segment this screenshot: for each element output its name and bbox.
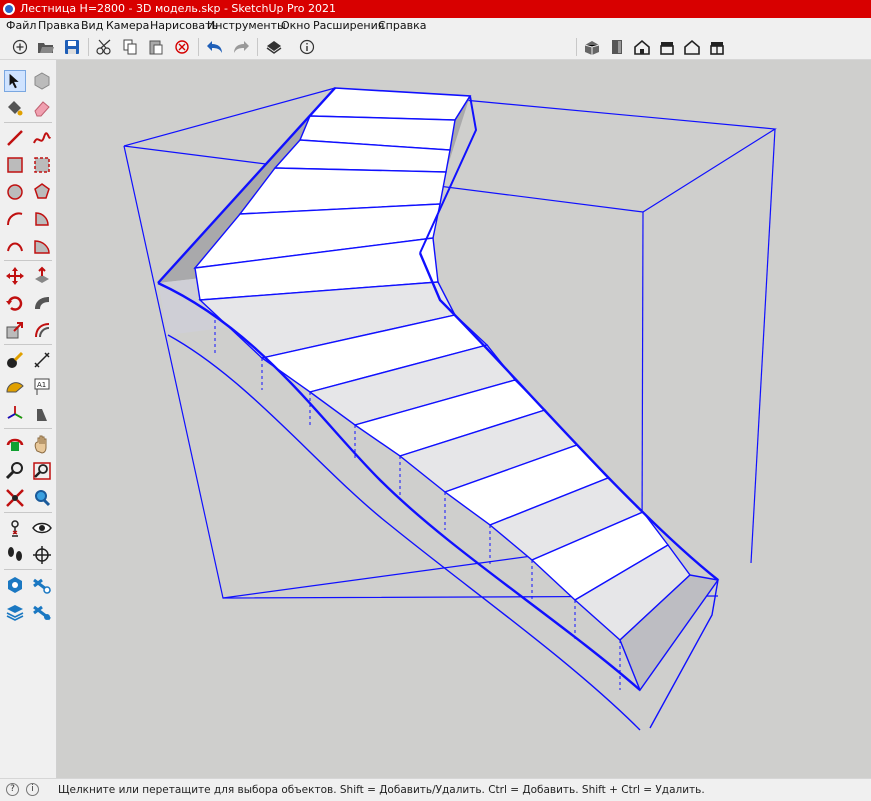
model-info-icon[interactable]: [297, 37, 317, 57]
previous-view-icon[interactable]: [31, 487, 53, 509]
push-pull-icon[interactable]: [31, 265, 53, 287]
paste-icon[interactable]: [146, 37, 166, 57]
print-icon[interactable]: [264, 37, 284, 57]
rotated-rectangle-icon[interactable]: [31, 154, 53, 176]
toolbar-separator: [88, 38, 89, 56]
right-view-icon[interactable]: [657, 37, 677, 57]
undo-icon[interactable]: [205, 37, 225, 57]
extension-icon[interactable]: [31, 574, 53, 596]
palette-separator: [4, 569, 52, 570]
geo-location-icon[interactable]: ?: [6, 783, 19, 796]
top-view-icon[interactable]: [607, 37, 627, 57]
svg-text:A1: A1: [37, 381, 46, 389]
paint-bucket-icon[interactable]: [4, 97, 26, 119]
two-point-arc-icon[interactable]: [31, 235, 53, 257]
iso-view-icon[interactable]: [582, 37, 602, 57]
orbit-icon[interactable]: [4, 433, 26, 455]
main-toolbar: [0, 34, 871, 60]
open-icon[interactable]: [36, 37, 56, 57]
select-icon[interactable]: [4, 70, 26, 92]
status-text: Щелкните или перетащите для выбора объек…: [58, 784, 705, 796]
tape-measure-icon[interactable]: [4, 349, 26, 371]
freehand-icon[interactable]: [31, 127, 53, 149]
toolbar-separator: [257, 38, 258, 56]
menu-help[interactable]: Справка: [376, 18, 428, 34]
copy-icon[interactable]: [120, 37, 140, 57]
component-icon[interactable]: [31, 70, 53, 92]
lower-flight: [198, 281, 720, 692]
zoom-window-icon[interactable]: [31, 460, 53, 482]
staircase-model[interactable]: [57, 60, 871, 778]
sketchup-logo-icon: [3, 3, 15, 15]
menu-edit[interactable]: Правка: [36, 18, 82, 34]
info-icon[interactable]: i: [26, 783, 39, 796]
status-bar: ? i Щелкните или перетащите для выбора о…: [0, 778, 871, 800]
move-icon[interactable]: [4, 265, 26, 287]
rotate-icon[interactable]: [4, 292, 26, 314]
redo-icon[interactable]: [231, 37, 251, 57]
drawing-area[interactable]: [57, 60, 871, 778]
title-bar: Лестница H=2800 - 3D модель.skp - Sketch…: [0, 0, 871, 18]
tools-palette: A1: [0, 60, 57, 778]
erase-icon[interactable]: [172, 37, 192, 57]
arc-icon[interactable]: [4, 208, 26, 230]
circle-icon[interactable]: [4, 181, 26, 203]
new-icon[interactable]: [10, 37, 30, 57]
rectangle-icon[interactable]: [4, 154, 26, 176]
palette-separator: [4, 512, 52, 513]
menu-tools[interactable]: Инструменты: [205, 18, 288, 34]
toolbar-separator: [198, 38, 199, 56]
pan-icon[interactable]: [31, 433, 53, 455]
pie-icon[interactable]: [31, 208, 53, 230]
cut-icon[interactable]: [95, 37, 115, 57]
three-point-arc-icon[interactable]: [4, 235, 26, 257]
3d-text-icon[interactable]: [31, 403, 53, 425]
position-camera-icon[interactable]: [4, 517, 26, 539]
axes-icon[interactable]: [4, 403, 26, 425]
protractor-icon[interactable]: [4, 376, 26, 398]
back-view-icon[interactable]: [682, 37, 702, 57]
scale-icon[interactable]: [4, 319, 26, 341]
text-icon[interactable]: A1: [31, 376, 53, 398]
look-around-icon[interactable]: [31, 517, 53, 539]
polygon-icon[interactable]: [31, 181, 53, 203]
toolbar-separator: [576, 38, 577, 56]
menu-file[interactable]: Файл: [4, 18, 38, 34]
palette-separator: [4, 428, 52, 429]
warehouse-icon[interactable]: [4, 574, 26, 596]
upper-flight: [193, 87, 472, 301]
dimension-icon[interactable]: [31, 349, 53, 371]
walk-icon[interactable]: [4, 544, 26, 566]
left-view-icon[interactable]: [707, 37, 727, 57]
menu-camera[interactable]: Камера: [104, 18, 151, 34]
menu-bar: Файл Правка Вид Камера Нарисовать Инстру…: [0, 18, 871, 34]
menu-window[interactable]: Окно: [279, 18, 312, 34]
line-icon[interactable]: [4, 127, 26, 149]
palette-separator: [4, 260, 52, 261]
palette-separator: [4, 344, 52, 345]
palette-separator: [4, 122, 52, 123]
menu-view[interactable]: Вид: [79, 18, 105, 34]
eraser-icon[interactable]: [31, 97, 53, 119]
front-view-icon[interactable]: [632, 37, 652, 57]
offset-icon[interactable]: [31, 319, 53, 341]
save-icon[interactable]: [62, 37, 82, 57]
follow-me-icon[interactable]: [31, 292, 53, 314]
zoom-extents-icon[interactable]: [4, 487, 26, 509]
zoom-icon[interactable]: [4, 460, 26, 482]
extension-manager-icon[interactable]: [31, 601, 53, 623]
section-plane-icon[interactable]: [31, 544, 53, 566]
layers-icon[interactable]: [4, 601, 26, 623]
window-title: Лестница H=2800 - 3D модель.skp - Sketch…: [20, 2, 336, 15]
